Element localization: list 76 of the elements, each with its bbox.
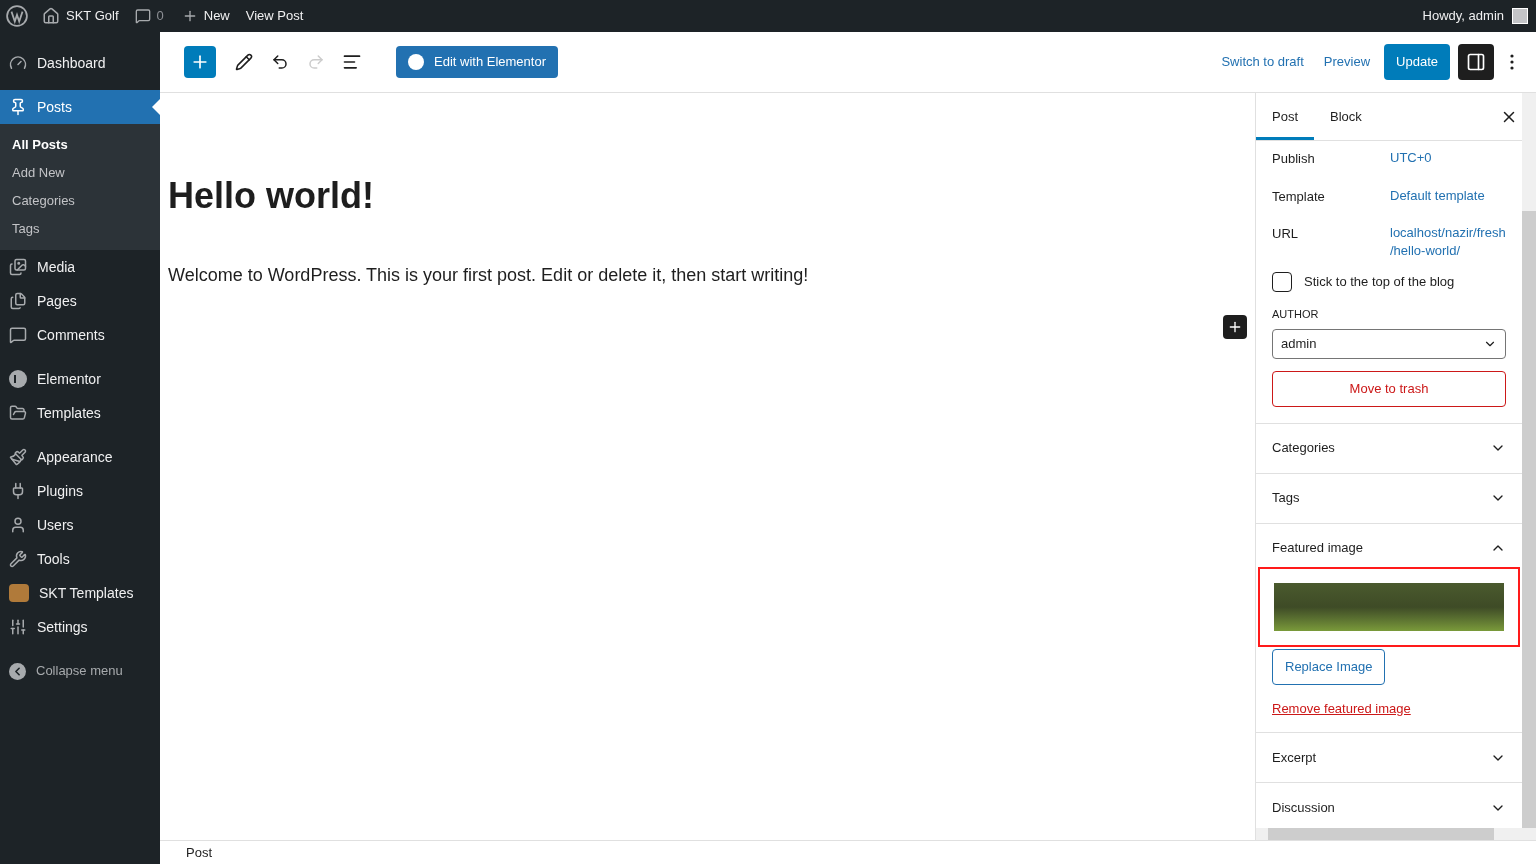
media-icon: [9, 258, 27, 276]
menu-item[interactable]: SKT Templates: [0, 576, 160, 610]
update-button[interactable]: Update: [1384, 44, 1450, 80]
submenu-item[interactable]: Add New: [0, 159, 160, 187]
panel-toggle[interactable]: Categories: [1272, 423, 1506, 473]
sticky-checkbox[interactable]: [1272, 272, 1292, 292]
avatar-icon: [1512, 8, 1528, 24]
horizontal-scrollbar[interactable]: [1256, 828, 1536, 840]
plus-icon: [1227, 319, 1243, 335]
add-block-button[interactable]: [1223, 315, 1247, 339]
menu-item[interactable]: Plugins: [0, 474, 160, 508]
redo-icon: [307, 53, 325, 71]
site-name-link[interactable]: SKT Golf: [66, 6, 119, 26]
panel-toggle[interactable]: Excerpt: [1272, 733, 1506, 782]
logo-icon: [9, 584, 29, 602]
menu-item[interactable]: Media: [0, 250, 160, 284]
menu-item[interactable]: Pages: [0, 284, 160, 318]
comment-icon: [134, 8, 151, 24]
comment-icon: [9, 326, 27, 344]
collapse-menu-button[interactable]: Collapse menu: [0, 654, 160, 688]
post-paragraph[interactable]: Welcome to WordPress. This is your first post. Edit or delete it, then start writing!: [168, 262, 1247, 289]
setting-value-link[interactable]: UTC+0: [1390, 149, 1432, 169]
remove-featured-image-link[interactable]: Remove featured image: [1272, 700, 1411, 716]
edit-with-elementor-button[interactable]: Edit with Elementor: [396, 46, 558, 78]
photo-placeholder[interactable]: [1274, 582, 1504, 631]
greeting-link[interactable]: Howdy, admin: [1422, 6, 1504, 26]
menu-item[interactable]: Dashboard: [0, 46, 160, 80]
sliders-icon: [9, 618, 27, 636]
user-icon: [9, 516, 27, 534]
sidebar-panel-icon: [1466, 52, 1486, 72]
view-post-link[interactable]: View Post: [245, 6, 304, 26]
menu-item[interactable]: Tools: [0, 542, 160, 576]
pages-icon: [9, 292, 27, 310]
comment-count[interactable]: 0: [156, 6, 164, 26]
menu-item[interactable]: Users: [0, 508, 160, 542]
scrollbar[interactable]: [1522, 93, 1536, 828]
setting-value-link[interactable]: Default template: [1390, 186, 1485, 206]
setting-label: Publish: [1272, 150, 1316, 168]
undo-icon: [271, 53, 289, 71]
author-select[interactable]: admin: [1272, 328, 1506, 359]
submenu-item[interactable]: Categories: [0, 187, 160, 215]
menu-item[interactable]: Settings: [0, 610, 160, 644]
switch-to-draft-button[interactable]: Switch to draft: [1213, 52, 1312, 72]
move-to-trash-button[interactable]: Move to trash: [1272, 370, 1506, 407]
wrench-icon: [9, 550, 27, 568]
panel-toggle[interactable]: Tags: [1272, 473, 1506, 523]
panel-toggle[interactable]: Featured image: [1272, 523, 1506, 573]
sidebar-tab[interactable]: Block: [1314, 93, 1378, 140]
more-options-icon: [1510, 54, 1514, 70]
paintbrush-icon: [9, 448, 27, 466]
submenu-item[interactable]: All Posts: [0, 131, 160, 159]
sticky-label: Stick to the top of the blog: [1304, 273, 1455, 292]
breadcrumb[interactable]: Post: [186, 842, 212, 863]
author-label: AUTHOR: [1272, 307, 1320, 322]
post-title[interactable]: Hello world!: [168, 173, 1247, 218]
menu-item[interactable]: Appearance: [0, 440, 160, 474]
submenu-item[interactable]: Tags: [0, 215, 160, 243]
menu-item[interactable]: Templates: [0, 396, 160, 430]
pencil-icon: [235, 53, 253, 71]
home-icon: [42, 7, 60, 25]
menu-item[interactable]: Elementor: [0, 362, 160, 396]
folder-icon: [9, 404, 27, 422]
gauge-icon: [9, 54, 27, 72]
menu-item[interactable]: Comments: [0, 318, 160, 352]
collapse-icon: [9, 662, 26, 680]
menu-item[interactable]: Posts: [0, 90, 160, 124]
setting-value-link[interactable]: localhost/nazir/fresh /hello-world/: [1390, 224, 1506, 260]
new-link[interactable]: New: [203, 6, 230, 26]
settings-button[interactable]: [1458, 44, 1494, 80]
setting-label: URL: [1272, 225, 1299, 243]
setting-label: Template: [1272, 187, 1326, 206]
pin-icon: [9, 98, 27, 116]
replace-image-button[interactable]: Replace Image: [1272, 648, 1386, 685]
preview-button[interactable]: Preview: [1315, 52, 1379, 72]
list-view-icon: [342, 52, 362, 72]
sidebar-tab[interactable]: Post: [1256, 93, 1314, 140]
